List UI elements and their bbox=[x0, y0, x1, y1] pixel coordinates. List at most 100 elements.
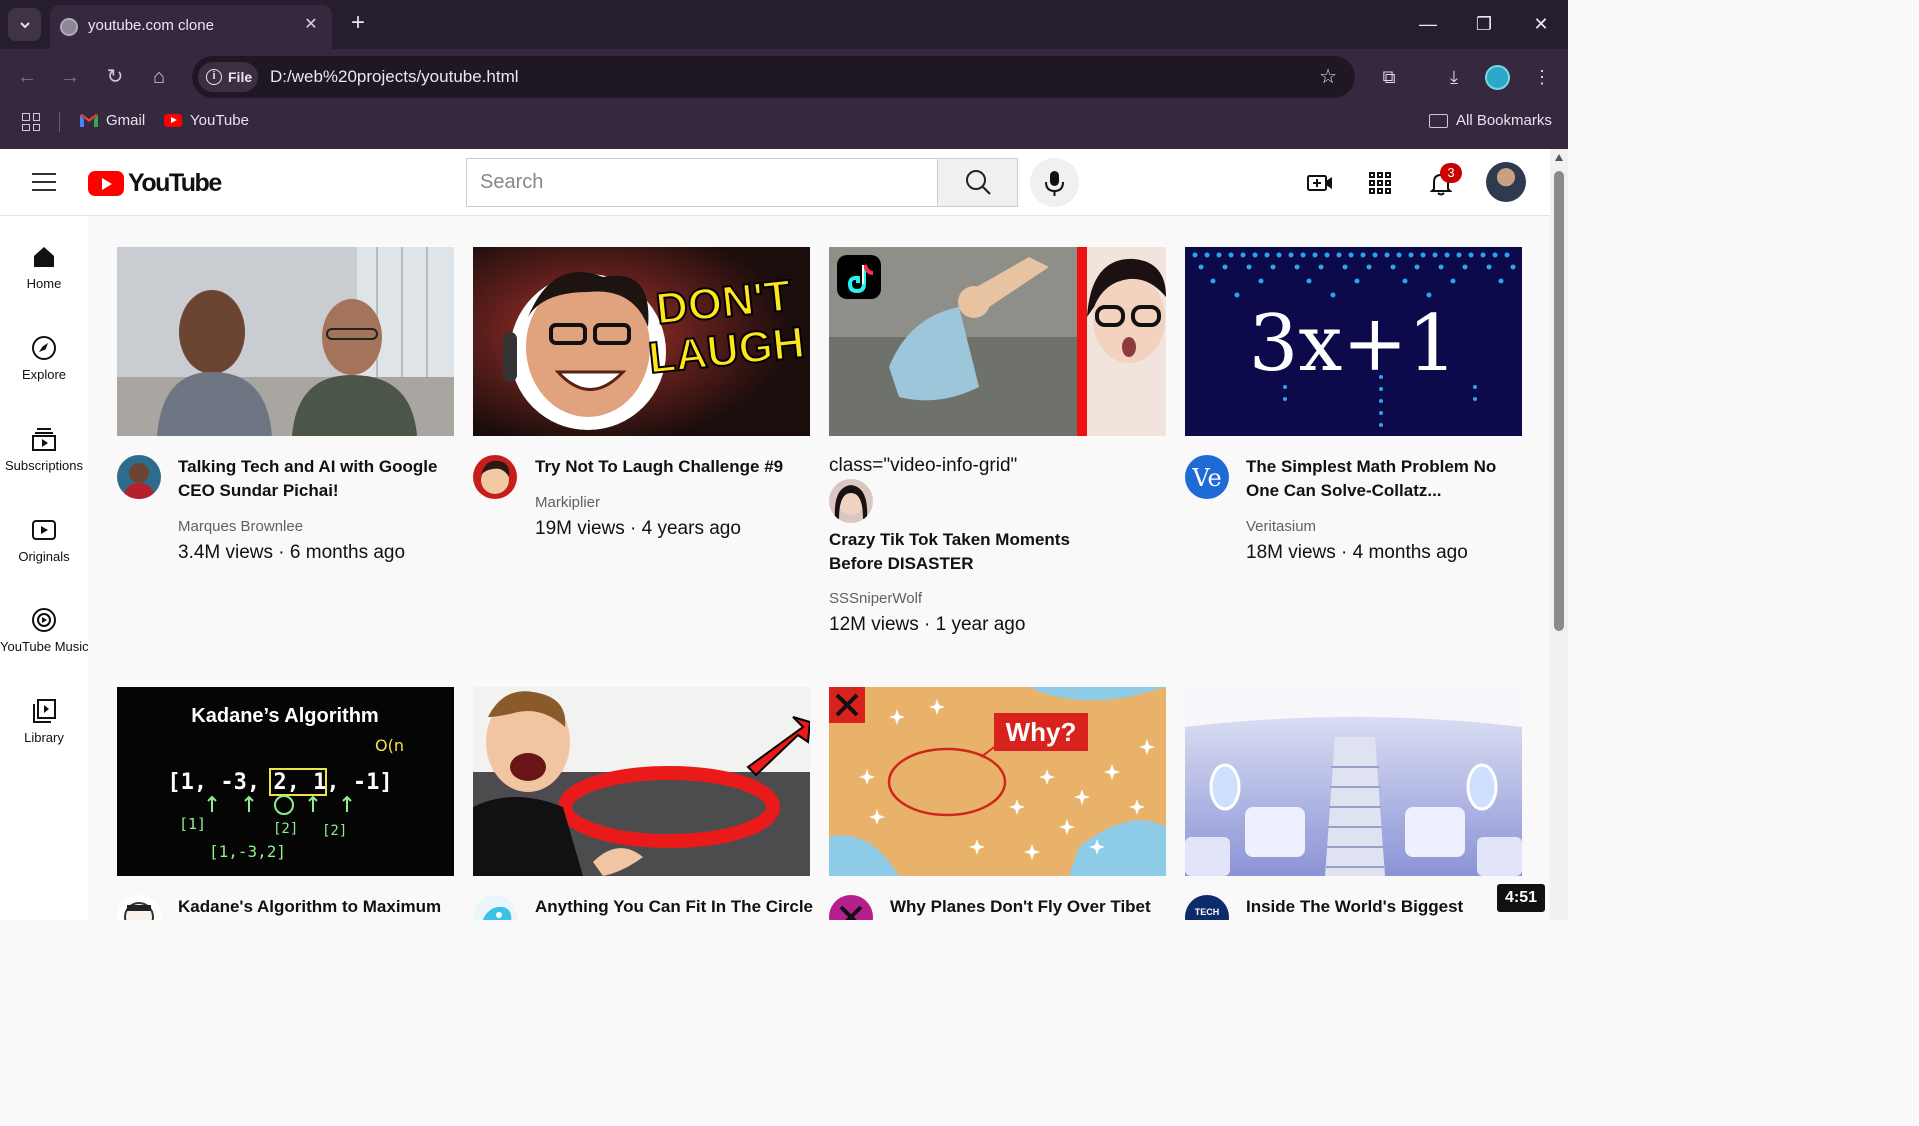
minimize-button[interactable]: — bbox=[1413, 9, 1443, 39]
video-thumbnail[interactable]: Kadane’s Algorithm O(n [1, -3, 2, 1, -1]… bbox=[117, 687, 454, 876]
video-title[interactable]: The Simplest Math Problem No One Can Sol… bbox=[1246, 455, 1524, 503]
search-button[interactable] bbox=[937, 158, 1018, 207]
scroll-thumb[interactable] bbox=[1554, 171, 1564, 631]
video-title[interactable]: Talking Tech and AI with Google CEO Sund… bbox=[178, 455, 456, 503]
channel-avatar[interactable] bbox=[829, 895, 873, 920]
video-title[interactable]: Inside The World's Biggest bbox=[1246, 895, 1524, 919]
video-stats: 12M views · 1 year ago bbox=[829, 614, 1026, 635]
thumbnail-image: 3x+1 bbox=[1185, 247, 1522, 436]
apps-grid-icon[interactable] bbox=[22, 113, 40, 131]
close-tab-icon[interactable]: ✕ bbox=[300, 14, 322, 36]
sidebar-item-label: Subscriptions bbox=[4, 458, 84, 473]
channel-name[interactable]: Veritasium bbox=[1246, 518, 1316, 535]
bookmark-youtube[interactable]: YouTube bbox=[164, 112, 249, 129]
apps-icon[interactable] bbox=[1366, 169, 1394, 197]
all-bookmarks-label: All Bookmarks bbox=[1456, 112, 1552, 129]
sidebar-item-home[interactable]: Home bbox=[0, 244, 88, 314]
sidebar-item-label: Explore bbox=[21, 367, 67, 382]
sidebar-item-originals[interactable]: Originals bbox=[0, 517, 88, 587]
active-tab[interactable]: youtube.com clone ✕ bbox=[50, 5, 332, 49]
channel-avatar[interactable] bbox=[473, 895, 517, 920]
video-thumbnail[interactable]: 3x+1 bbox=[1185, 247, 1522, 436]
tab-search-button[interactable] bbox=[8, 8, 41, 41]
video-thumbnail[interactable] bbox=[473, 687, 810, 876]
video-thumbnail[interactable]: DON'T LAUGH bbox=[473, 247, 810, 436]
extensions-icon[interactable]: ⧉ bbox=[1374, 62, 1404, 92]
thumbnail-image bbox=[829, 247, 1166, 436]
new-tab-button[interactable]: + bbox=[346, 11, 370, 36]
url-text[interactable]: D:/web%20projects/youtube.html bbox=[270, 67, 519, 87]
video-stats: 3.4M views · 6 months ago bbox=[178, 542, 406, 563]
reload-button[interactable]: ↻ bbox=[100, 62, 130, 92]
video-stats: 19M views · 4 years ago bbox=[535, 518, 741, 539]
thumbnail-image: DON'T LAUGH bbox=[473, 247, 810, 436]
channel-avatar[interactable] bbox=[473, 455, 517, 499]
channel-avatar[interactable] bbox=[829, 479, 873, 523]
gmail-icon bbox=[80, 114, 98, 127]
upload-video-icon[interactable] bbox=[1306, 169, 1334, 197]
channel-name[interactable]: SSSniperWolf bbox=[829, 590, 922, 607]
video-title[interactable]: Try Not To Laugh Challenge #9 bbox=[535, 455, 813, 479]
thumbnail-text: 3x+1 bbox=[1249, 299, 1458, 389]
sidebar-item-library[interactable]: Library bbox=[0, 698, 88, 768]
video-title[interactable]: Crazy Tik Tok Taken Moments Before DISAS… bbox=[829, 528, 1107, 576]
bookmark-label: Gmail bbox=[106, 112, 146, 129]
video-thumbnail[interactable] bbox=[117, 247, 454, 436]
page-scrollbar[interactable] bbox=[1550, 149, 1568, 920]
video-thumbnail[interactable] bbox=[829, 247, 1166, 436]
sidebar-item-label: Home bbox=[26, 276, 62, 291]
channel-avatar[interactable]: TECH bbox=[1185, 895, 1229, 920]
thumbnail-image: Why? bbox=[829, 687, 1166, 876]
channel-avatar-image bbox=[829, 895, 873, 920]
search-field[interactable] bbox=[466, 158, 938, 207]
site-info-chip[interactable]: i File bbox=[198, 62, 258, 92]
sidebar-item-music[interactable]: YouTube Music bbox=[0, 607, 89, 677]
youtube-play-icon bbox=[88, 171, 124, 196]
search-input[interactable] bbox=[467, 159, 938, 206]
channel-avatar[interactable] bbox=[117, 455, 161, 499]
bookmark-gmail[interactable]: Gmail bbox=[80, 112, 145, 129]
tab-strip: youtube.com clone ✕ + — ❐ ✕ bbox=[0, 0, 1568, 49]
thumbnail-text: [1] bbox=[179, 815, 206, 833]
channel-avatar[interactable]: Ve bbox=[1185, 455, 1229, 499]
channel-avatar[interactable] bbox=[117, 895, 161, 920]
thumbnail-image bbox=[1185, 687, 1522, 876]
menu-dots-icon[interactable]: ⋮ bbox=[1527, 62, 1557, 92]
profile-avatar[interactable] bbox=[1485, 65, 1510, 90]
youtube-logo[interactable]: YouTube bbox=[88, 169, 222, 198]
channel-name[interactable]: Markiplier bbox=[535, 494, 600, 511]
home-button[interactable]: ⌂ bbox=[144, 62, 174, 92]
channel-name[interactable]: Marques Brownlee bbox=[178, 518, 303, 535]
address-bar[interactable]: i File D:/web%20projects/youtube.html ☆ bbox=[192, 56, 1355, 98]
account-avatar[interactable] bbox=[1486, 162, 1526, 202]
explore-icon bbox=[32, 336, 56, 360]
video-thumbnail[interactable] bbox=[1185, 687, 1522, 876]
sidebar-item-subscriptions[interactable]: Subscriptions bbox=[0, 426, 88, 496]
youtube-icon bbox=[164, 114, 182, 127]
video-title[interactable]: Why Planes Don't Fly Over Tibet bbox=[890, 895, 1168, 919]
avatar-text: TECH bbox=[1195, 907, 1220, 917]
close-window-button[interactable]: ✕ bbox=[1526, 9, 1556, 39]
thumbnail-image: Kadane’s Algorithm O(n [1, -3, 2, 1, -1]… bbox=[117, 687, 454, 876]
sidebar-item-explore[interactable]: Explore bbox=[0, 335, 88, 405]
thumbnail-text: [2] bbox=[322, 823, 347, 839]
globe-icon bbox=[60, 18, 78, 36]
forward-button[interactable]: → bbox=[55, 62, 85, 92]
logo-text: YouTube bbox=[128, 169, 222, 197]
video-title[interactable]: Kadane's Algorithm to Maximum bbox=[178, 895, 456, 919]
download-icon[interactable]: ⤓ bbox=[1439, 62, 1469, 92]
restore-button[interactable]: ❐ bbox=[1469, 9, 1499, 39]
tab-title: youtube.com clone bbox=[88, 17, 214, 34]
voice-search-button[interactable] bbox=[1030, 158, 1079, 207]
video-title[interactable]: Anything You Can Fit In The Circle bbox=[535, 895, 813, 919]
thumbnail-text: [1, -3, 2, 1, -1] bbox=[167, 770, 392, 795]
channel-avatar-image bbox=[829, 479, 873, 523]
all-bookmarks[interactable]: All Bookmarks bbox=[1429, 112, 1552, 129]
home-icon bbox=[34, 247, 54, 267]
scroll-up-arrow-icon[interactable] bbox=[1555, 154, 1563, 161]
bookmark-star-icon[interactable]: ☆ bbox=[1319, 64, 1337, 89]
music-icon bbox=[32, 608, 56, 632]
video-thumbnail[interactable]: Why? bbox=[829, 687, 1166, 876]
back-button[interactable]: ← bbox=[12, 62, 42, 92]
menu-icon[interactable] bbox=[32, 173, 56, 191]
